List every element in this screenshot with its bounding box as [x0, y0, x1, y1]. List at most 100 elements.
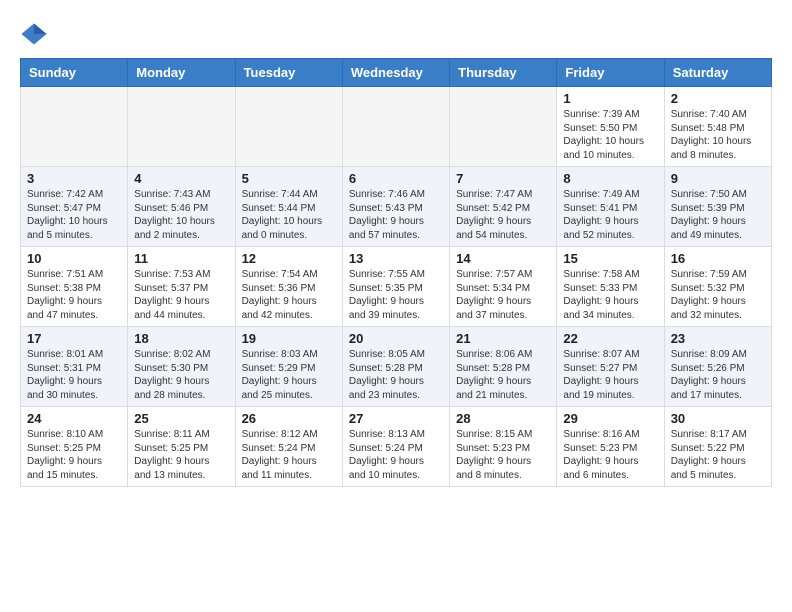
calendar-cell: 20 Sunrise: 8:05 AM Sunset: 5:28 PM Dayli…	[342, 327, 449, 407]
day-number: 10	[27, 251, 121, 266]
calendar-cell: 6 Sunrise: 7:46 AM Sunset: 5:43 PM Daylig…	[342, 167, 449, 247]
cell-text: Sunrise: 7:55 AM Sunset: 5:35 PM Dayligh…	[349, 268, 443, 322]
calendar-cell	[128, 87, 235, 167]
calendar-cell: 22 Sunrise: 8:07 AM Sunset: 5:27 PM Dayli…	[557, 327, 664, 407]
cell-text: Sunrise: 7:44 AM Sunset: 5:44 PM Dayligh…	[242, 188, 336, 242]
cell-text: Sunrise: 7:49 AM Sunset: 5:41 PM Dayligh…	[563, 188, 657, 242]
calendar-cell: 10 Sunrise: 7:51 AM Sunset: 5:38 PM Dayli…	[21, 247, 128, 327]
cell-text: Sunrise: 8:10 AM Sunset: 5:25 PM Dayligh…	[27, 428, 121, 482]
calendar-cell: 18 Sunrise: 8:02 AM Sunset: 5:30 PM Dayli…	[128, 327, 235, 407]
day-number: 6	[349, 171, 443, 186]
cell-text: Sunrise: 7:50 AM Sunset: 5:39 PM Dayligh…	[671, 188, 765, 242]
day-number: 9	[671, 171, 765, 186]
calendar-cell: 17 Sunrise: 8:01 AM Sunset: 5:31 PM Dayli…	[21, 327, 128, 407]
day-number: 30	[671, 411, 765, 426]
calendar-cell	[235, 87, 342, 167]
weekday-header-row: SundayMondayTuesdayWednesdayThursdayFrid…	[21, 59, 772, 87]
calendar-cell: 14 Sunrise: 7:57 AM Sunset: 5:34 PM Dayli…	[450, 247, 557, 327]
weekday-header-saturday: Saturday	[664, 59, 771, 87]
calendar-cell: 19Sunrise: 8:03 AM Sunset: 5:29 PM Dayli…	[235, 327, 342, 407]
week-row-3: 10 Sunrise: 7:51 AM Sunset: 5:38 PM Dayli…	[21, 247, 772, 327]
day-number: 28	[456, 411, 550, 426]
calendar-cell: 23 Sunrise: 8:09 AM Sunset: 5:26 PM Dayli…	[664, 327, 771, 407]
day-number: 5	[242, 171, 336, 186]
cell-text: Sunrise: 7:40 AM Sunset: 5:48 PM Dayligh…	[671, 108, 765, 162]
weekday-header-sunday: Sunday	[21, 59, 128, 87]
cell-text: Sunrise: 7:51 AM Sunset: 5:38 PM Dayligh…	[27, 268, 121, 322]
cell-text: Sunrise: 7:59 AM Sunset: 5:32 PM Dayligh…	[671, 268, 765, 322]
logo	[20, 20, 52, 48]
day-number: 22	[563, 331, 657, 346]
cell-text: Sunrise: 7:58 AM Sunset: 5:33 PM Dayligh…	[563, 268, 657, 322]
cell-text: Sunrise: 8:13 AM Sunset: 5:24 PM Dayligh…	[349, 428, 443, 482]
cell-text: Sunrise: 8:03 AM Sunset: 5:29 PM Dayligh…	[242, 348, 336, 402]
day-number: 11	[134, 251, 228, 266]
day-number: 15	[563, 251, 657, 266]
week-row-5: 24 Sunrise: 8:10 AM Sunset: 5:25 PM Dayli…	[21, 407, 772, 487]
cell-text: Sunrise: 7:46 AM Sunset: 5:43 PM Dayligh…	[349, 188, 443, 242]
day-number: 23	[671, 331, 765, 346]
day-number: 3	[27, 171, 121, 186]
calendar-cell	[21, 87, 128, 167]
week-row-4: 17 Sunrise: 8:01 AM Sunset: 5:31 PM Dayli…	[21, 327, 772, 407]
calendar-cell: 30 Sunrise: 8:17 AM Sunset: 5:22 PM Dayli…	[664, 407, 771, 487]
logo-icon	[20, 20, 48, 48]
day-number: 29	[563, 411, 657, 426]
calendar-cell: 8 Sunrise: 7:49 AM Sunset: 5:41 PM Daylig…	[557, 167, 664, 247]
day-number: 1	[563, 91, 657, 106]
week-row-2: 3Sunrise: 7:42 AM Sunset: 5:47 PM Daylig…	[21, 167, 772, 247]
cell-text: Sunrise: 8:12 AM Sunset: 5:24 PM Dayligh…	[242, 428, 336, 482]
cell-text: Sunrise: 8:02 AM Sunset: 5:30 PM Dayligh…	[134, 348, 228, 402]
day-number: 16	[671, 251, 765, 266]
weekday-header-friday: Friday	[557, 59, 664, 87]
calendar-cell: 21Sunrise: 8:06 AM Sunset: 5:28 PM Dayli…	[450, 327, 557, 407]
cell-text: Sunrise: 7:47 AM Sunset: 5:42 PM Dayligh…	[456, 188, 550, 242]
day-number: 4	[134, 171, 228, 186]
cell-text: Sunrise: 7:57 AM Sunset: 5:34 PM Dayligh…	[456, 268, 550, 322]
calendar-cell	[450, 87, 557, 167]
day-number: 26	[242, 411, 336, 426]
page-header	[20, 20, 772, 48]
week-row-1: 1 Sunrise: 7:39 AM Sunset: 5:50 PM Daylig…	[21, 87, 772, 167]
day-number: 2	[671, 91, 765, 106]
cell-text: Sunrise: 7:39 AM Sunset: 5:50 PM Dayligh…	[563, 108, 657, 162]
day-number: 14	[456, 251, 550, 266]
cell-text: Sunrise: 8:01 AM Sunset: 5:31 PM Dayligh…	[27, 348, 121, 402]
cell-text: Sunrise: 8:15 AM Sunset: 5:23 PM Dayligh…	[456, 428, 550, 482]
cell-text: Sunrise: 7:43 AM Sunset: 5:46 PM Dayligh…	[134, 188, 228, 242]
calendar-cell: 24 Sunrise: 8:10 AM Sunset: 5:25 PM Dayli…	[21, 407, 128, 487]
calendar-cell: 4 Sunrise: 7:43 AM Sunset: 5:46 PM Daylig…	[128, 167, 235, 247]
calendar-cell: 27Sunrise: 8:13 AM Sunset: 5:24 PM Dayli…	[342, 407, 449, 487]
calendar-cell: 3Sunrise: 7:42 AM Sunset: 5:47 PM Daylig…	[21, 167, 128, 247]
calendar-cell: 9 Sunrise: 7:50 AM Sunset: 5:39 PM Daylig…	[664, 167, 771, 247]
calendar-cell: 2 Sunrise: 7:40 AM Sunset: 5:48 PM Daylig…	[664, 87, 771, 167]
calendar-cell	[342, 87, 449, 167]
cell-text: Sunrise: 8:07 AM Sunset: 5:27 PM Dayligh…	[563, 348, 657, 402]
calendar-cell: 28 Sunrise: 8:15 AM Sunset: 5:23 PM Dayli…	[450, 407, 557, 487]
calendar-cell: 12Sunrise: 7:54 AM Sunset: 5:36 PM Dayli…	[235, 247, 342, 327]
weekday-header-monday: Monday	[128, 59, 235, 87]
calendar-cell: 1 Sunrise: 7:39 AM Sunset: 5:50 PM Daylig…	[557, 87, 664, 167]
weekday-header-thursday: Thursday	[450, 59, 557, 87]
cell-text: Sunrise: 8:17 AM Sunset: 5:22 PM Dayligh…	[671, 428, 765, 482]
calendar-cell: 25 Sunrise: 8:11 AM Sunset: 5:25 PM Dayli…	[128, 407, 235, 487]
calendar-cell: 5 Sunrise: 7:44 AM Sunset: 5:44 PM Daylig…	[235, 167, 342, 247]
day-number: 21	[456, 331, 550, 346]
cell-text: Sunrise: 8:16 AM Sunset: 5:23 PM Dayligh…	[563, 428, 657, 482]
day-number: 13	[349, 251, 443, 266]
weekday-header-wednesday: Wednesday	[342, 59, 449, 87]
calendar-cell: 7Sunrise: 7:47 AM Sunset: 5:42 PM Daylig…	[450, 167, 557, 247]
calendar-cell: 29 Sunrise: 8:16 AM Sunset: 5:23 PM Dayli…	[557, 407, 664, 487]
cell-text: Sunrise: 8:05 AM Sunset: 5:28 PM Dayligh…	[349, 348, 443, 402]
day-number: 18	[134, 331, 228, 346]
day-number: 8	[563, 171, 657, 186]
day-number: 17	[27, 331, 121, 346]
day-number: 25	[134, 411, 228, 426]
calendar-cell: 26 Sunrise: 8:12 AM Sunset: 5:24 PM Dayli…	[235, 407, 342, 487]
calendar-cell: 15 Sunrise: 7:58 AM Sunset: 5:33 PM Dayli…	[557, 247, 664, 327]
cell-text: Sunrise: 8:09 AM Sunset: 5:26 PM Dayligh…	[671, 348, 765, 402]
day-number: 24	[27, 411, 121, 426]
cell-text: Sunrise: 8:11 AM Sunset: 5:25 PM Dayligh…	[134, 428, 228, 482]
day-number: 20	[349, 331, 443, 346]
calendar: SundayMondayTuesdayWednesdayThursdayFrid…	[20, 58, 772, 487]
